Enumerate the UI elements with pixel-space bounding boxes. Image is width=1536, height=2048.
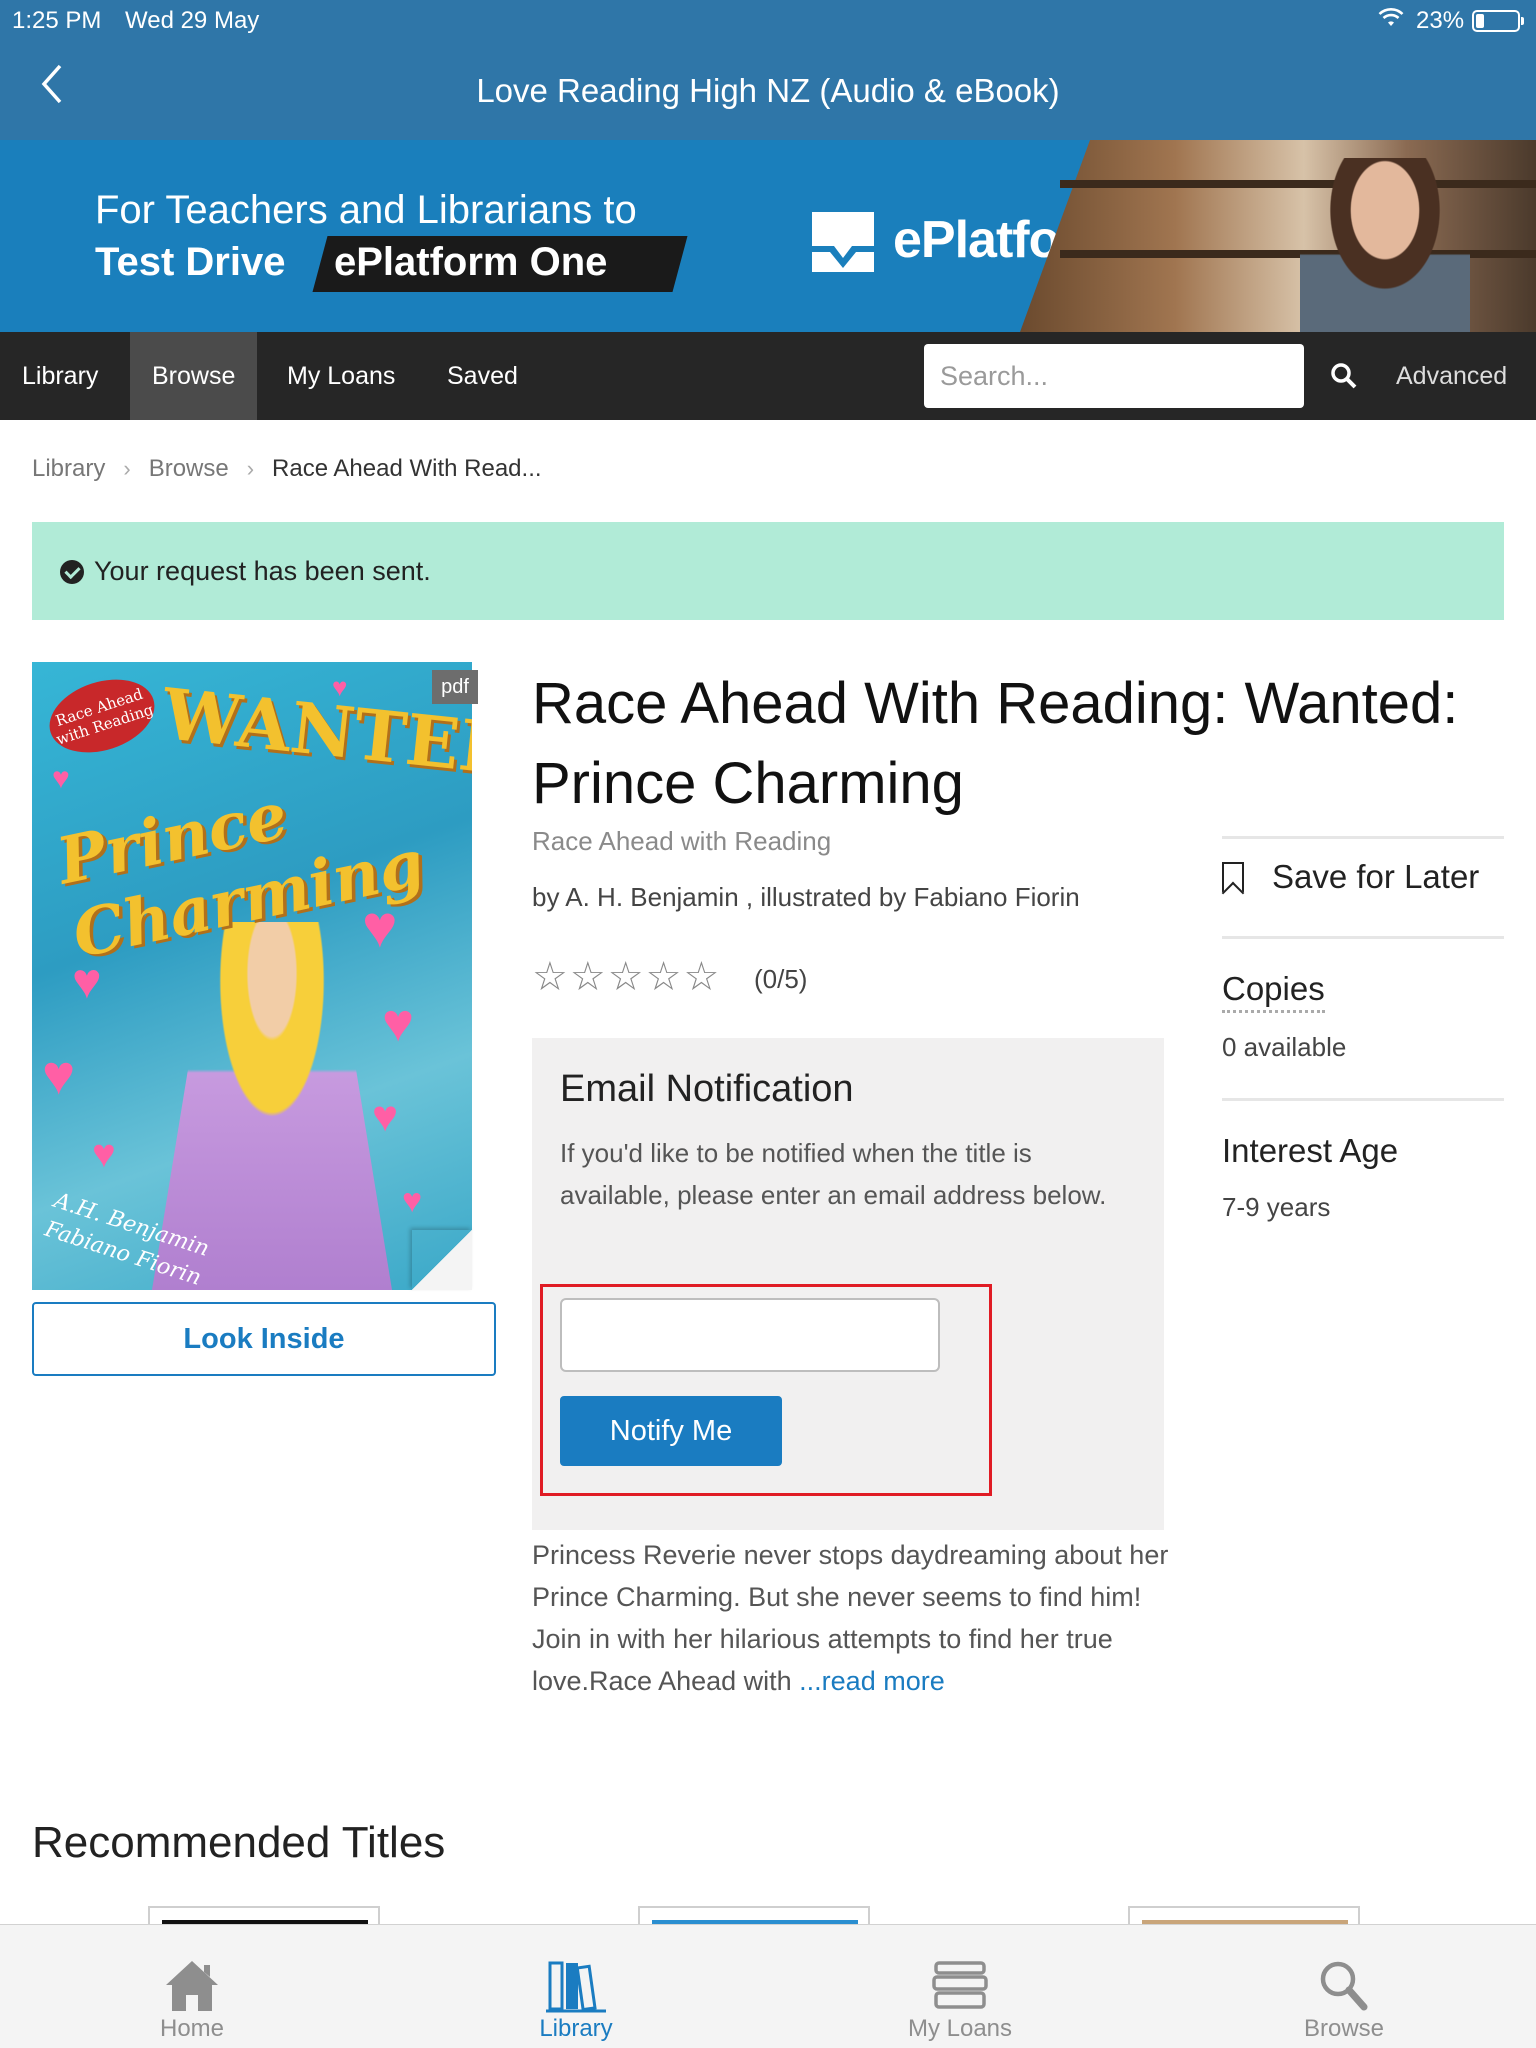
nav-saved[interactable]: Saved — [425, 332, 540, 420]
breadcrumb-library[interactable]: Library — [32, 455, 105, 483]
battery-icon — [1472, 10, 1524, 32]
nav-my-loans[interactable]: My Loans — [265, 332, 417, 420]
heart-decoration: ♥ — [382, 993, 415, 1053]
battery-percentage: 23% — [1416, 7, 1465, 34]
check-circle-icon — [60, 560, 84, 584]
tab-browse[interactable]: Browse — [1244, 1925, 1444, 2048]
books-stack-icon — [932, 1961, 988, 2009]
series-badge: Race Ahead with Reading — [40, 666, 164, 766]
tab-my-loans-label: My Loans — [907, 2015, 1013, 2042]
heart-decoration: ♥ — [52, 762, 70, 795]
book-description: Princess Reverie never stops daydreaming… — [532, 1540, 1169, 1696]
library-icon — [546, 1961, 606, 2013]
rating-stars[interactable]: ☆☆☆☆☆ — [532, 954, 721, 1000]
main-nav: Library Browse My Loans Saved Advanced — [0, 332, 1536, 420]
star-icon[interactable]: ☆ — [608, 955, 646, 999]
chevron-right-icon: › — [123, 456, 131, 481]
interest-age-value: 7-9 years — [1222, 1192, 1331, 1222]
advanced-search-link[interactable]: Advanced — [1396, 332, 1507, 420]
chevron-right-icon: › — [246, 456, 255, 481]
search-icon[interactable] — [1330, 362, 1358, 390]
copies-value: 0 available — [1222, 1032, 1347, 1062]
page-curl-decoration — [412, 1230, 472, 1290]
format-badge: pdf — [432, 670, 478, 704]
home-icon — [166, 1961, 218, 2011]
wifi-icon — [1378, 7, 1404, 36]
heart-decoration: ♥ — [92, 1132, 116, 1176]
page-title: Love Reading High NZ (Audio & eBook) — [476, 72, 1060, 109]
book-cover[interactable]: ♥ ♥ ♥ ♥ ♥ ♥ ♥ ♥ ♥ WANTED: Prince Charmin… — [32, 662, 472, 1290]
email-notification-panel: Email Notification If you'd like to be n… — [532, 1038, 1164, 1530]
banner-line2a: Test Drive — [95, 240, 286, 284]
rating-text: (0/5) — [754, 964, 808, 994]
read-more-link[interactable]: ...read more — [799, 1666, 945, 1696]
app-header: Love Reading High NZ (Audio & eBook) — [0, 40, 1536, 140]
success-alert: Your request has been sent. — [32, 522, 1504, 620]
book-title: Race Ahead With Reading: Wanted: Prince … — [532, 671, 1459, 816]
star-icon[interactable]: ☆ — [570, 955, 608, 999]
banner-person-image — [1300, 158, 1470, 332]
email-field[interactable] — [560, 1298, 940, 1372]
notification-heading: Email Notification — [560, 1068, 854, 1110]
star-icon[interactable]: ☆ — [532, 955, 570, 999]
status-time: 1:25 PM — [12, 7, 102, 34]
nav-library[interactable]: Library — [0, 332, 120, 420]
copies-label[interactable]: Copies — [1222, 970, 1325, 1013]
bottom-tab-bar: Home Library My Loans Browse — [0, 1924, 1536, 2048]
book-series[interactable]: Race Ahead with Reading — [532, 826, 831, 857]
look-inside-button[interactable]: Look Inside — [32, 1302, 496, 1376]
breadcrumb-current: Race Ahead With Read... — [272, 455, 542, 482]
tab-browse-label: Browse — [1303, 2015, 1385, 2042]
heart-decoration: ♥ — [402, 1182, 423, 1220]
notification-description: If you'd like to be notified when the ti… — [560, 1138, 1107, 1210]
notify-me-button[interactable]: Notify Me — [560, 1396, 782, 1466]
recommended-heading: Recommended Titles — [32, 1818, 446, 1867]
tab-library-label: Library — [539, 2015, 613, 2042]
divider — [1222, 936, 1504, 939]
tab-my-loans[interactable]: My Loans — [860, 1925, 1060, 2048]
breadcrumb: Library › Browse › Race Ahead With Read... — [32, 455, 542, 483]
breadcrumb-browse[interactable]: Browse — [149, 455, 229, 483]
divider — [1222, 1098, 1504, 1101]
promo-banner[interactable]: For Teachers and Librarians to Test Driv… — [0, 140, 1536, 332]
save-for-later-button[interactable]: Save for Later — [1222, 858, 1479, 896]
bookmark-icon — [1222, 862, 1244, 892]
save-for-later-label: Save for Later — [1272, 858, 1480, 895]
tab-home[interactable]: Home — [92, 1925, 292, 2048]
status-bar: 1:25 PM Wed 29 May 23% — [0, 0, 1536, 40]
tab-home-label: Home — [159, 2015, 225, 2042]
banner-line2b: ePlatform One — [334, 240, 608, 284]
book-byline: by A. H. Benjamin , illustrated by Fabia… — [532, 882, 1080, 912]
eplatform-logo-icon — [812, 212, 874, 272]
banner-line1: For Teachers and Librarians to — [95, 188, 637, 232]
heart-decoration: ♥ — [42, 1043, 76, 1106]
search-icon — [1320, 1961, 1368, 2011]
nav-browse[interactable]: Browse — [130, 332, 258, 420]
heart-decoration: ♥ — [372, 1092, 399, 1141]
alert-message: Your request has been sent. — [94, 556, 431, 586]
star-icon[interactable]: ☆ — [646, 955, 684, 999]
tab-library[interactable]: Library — [476, 1925, 676, 2048]
divider — [1222, 836, 1504, 839]
interest-age-label: Interest Age — [1222, 1132, 1399, 1169]
search-input[interactable] — [924, 344, 1304, 408]
status-date: Wed 29 May — [125, 7, 260, 34]
star-icon[interactable]: ☆ — [683, 955, 721, 999]
